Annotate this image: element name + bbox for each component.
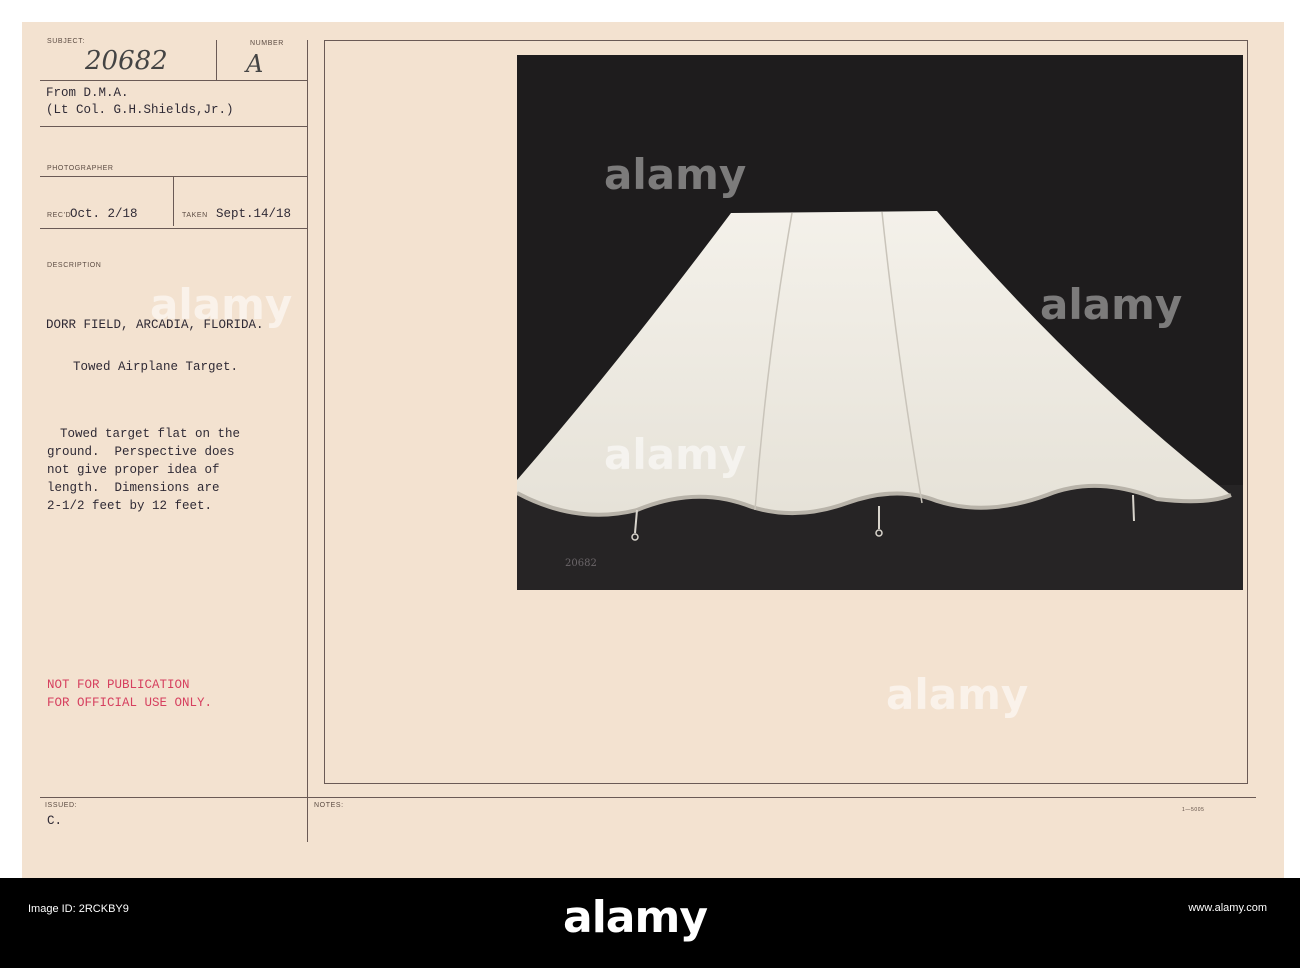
bottom-rule	[40, 797, 1256, 798]
stamp-not-for-publication: NOT FOR PUBLICATION	[47, 678, 190, 692]
body-line-1: Towed target flat on the	[60, 427, 241, 441]
watermark-logo: alamy	[150, 280, 293, 329]
caption-title: Towed Airplane Target.	[73, 360, 239, 374]
number-value: A	[246, 50, 264, 78]
number-label: NUMBER	[250, 40, 284, 47]
subject-rule	[40, 80, 308, 81]
stamp-official-use-only: FOR OFFICIAL USE ONLY.	[47, 696, 213, 710]
subject-number: 20682	[85, 46, 168, 76]
from-line: From D.M.A.	[46, 86, 129, 100]
body-line-3: not give proper idea of	[47, 463, 220, 477]
recd-divider	[173, 176, 174, 226]
issued-value: C.	[47, 814, 63, 828]
issued-label: ISSUED:	[45, 802, 78, 809]
body-line-5: 2-1/2 feet by 12 feet.	[47, 499, 213, 513]
alamy-logo: alamy	[563, 892, 708, 943]
subject-divider	[216, 40, 217, 80]
body-line-2: ground. Perspective does	[47, 445, 235, 459]
left-column-divider	[307, 40, 308, 842]
recd-value: Oct. 2/18	[70, 207, 138, 221]
photographer-rule	[40, 176, 308, 177]
photo-negative-number: 20682	[565, 558, 597, 569]
from-name: (Lt Col. G.H.Shields,Jr.)	[46, 103, 234, 117]
subject-label: SUBJECT:	[47, 38, 85, 45]
description-label: DESCRIPTION	[47, 262, 102, 269]
from-rule	[40, 126, 308, 127]
form-code: 1—5005	[1182, 807, 1205, 813]
taken-value: Sept.14/18	[216, 207, 292, 221]
photographer-label: PHOTOGRAPHER	[47, 165, 114, 172]
watermark-logo: alamy	[604, 150, 747, 199]
watermark-logo: alamy	[886, 670, 1029, 719]
notes-label: NOTES:	[314, 802, 344, 809]
recd-label: REC'D	[47, 212, 72, 219]
alamy-footer-band: alamy Image ID: 2RCKBY9 www.alamy.com	[0, 878, 1300, 968]
body-line-4: length. Dimensions are	[47, 481, 220, 495]
image-id: Image ID: 2RCKBY9	[28, 903, 129, 915]
watermark-logo: alamy	[604, 430, 747, 479]
date-rule	[40, 228, 308, 229]
watermark-logo: alamy	[1040, 280, 1183, 329]
taken-label: TAKEN	[182, 212, 208, 219]
site-url: www.alamy.com	[1188, 902, 1267, 914]
